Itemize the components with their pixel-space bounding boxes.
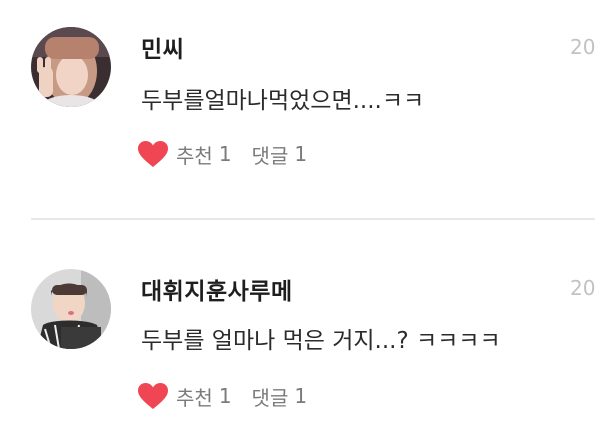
- heart-icon[interactable]: [138, 140, 168, 168]
- avatar-photo: [31, 27, 111, 107]
- reply-count: 1: [294, 384, 308, 408]
- like-button[interactable]: 추천: [176, 140, 213, 169]
- avatar-photo: [31, 269, 111, 349]
- username[interactable]: 대휘지훈사루메: [141, 272, 293, 306]
- reply-button[interactable]: 댓글: [252, 140, 289, 169]
- comment-item: 대휘지훈사루메 20 두부를 얼마나 먹은 거지...? ㅋㅋㅋㅋ 추천 1 댓…: [0, 220, 595, 446]
- comment-actions: 추천 1 댓글 1: [138, 139, 307, 169]
- like-count: 1: [218, 142, 232, 166]
- comment-date: 20: [570, 276, 595, 300]
- like-count: 1: [218, 384, 232, 408]
- comment-text: 두부를얼마나먹었으면....ㅋㅋ: [141, 88, 425, 114]
- comment-date: 20: [570, 35, 595, 59]
- avatar[interactable]: [31, 269, 111, 349]
- comment-list: 민씨 20 두부를얼마나먹었으면....ㅋㅋ 추천 1 댓글 1 대휘지훈사루메…: [0, 0, 595, 446]
- like-button[interactable]: 추천: [176, 382, 213, 411]
- username[interactable]: 민씨: [141, 30, 184, 64]
- comment-actions: 추천 1 댓글 1: [138, 381, 307, 411]
- comment-item: 민씨 20 두부를얼마나먹었으면....ㅋㅋ 추천 1 댓글 1: [0, 0, 595, 218]
- reply-button[interactable]: 댓글: [252, 382, 289, 411]
- comment-text: 두부를 얼마나 먹은 거지...? ㅋㅋㅋㅋ: [141, 328, 501, 354]
- avatar[interactable]: [31, 27, 111, 107]
- heart-icon[interactable]: [138, 382, 168, 410]
- reply-count: 1: [294, 142, 308, 166]
